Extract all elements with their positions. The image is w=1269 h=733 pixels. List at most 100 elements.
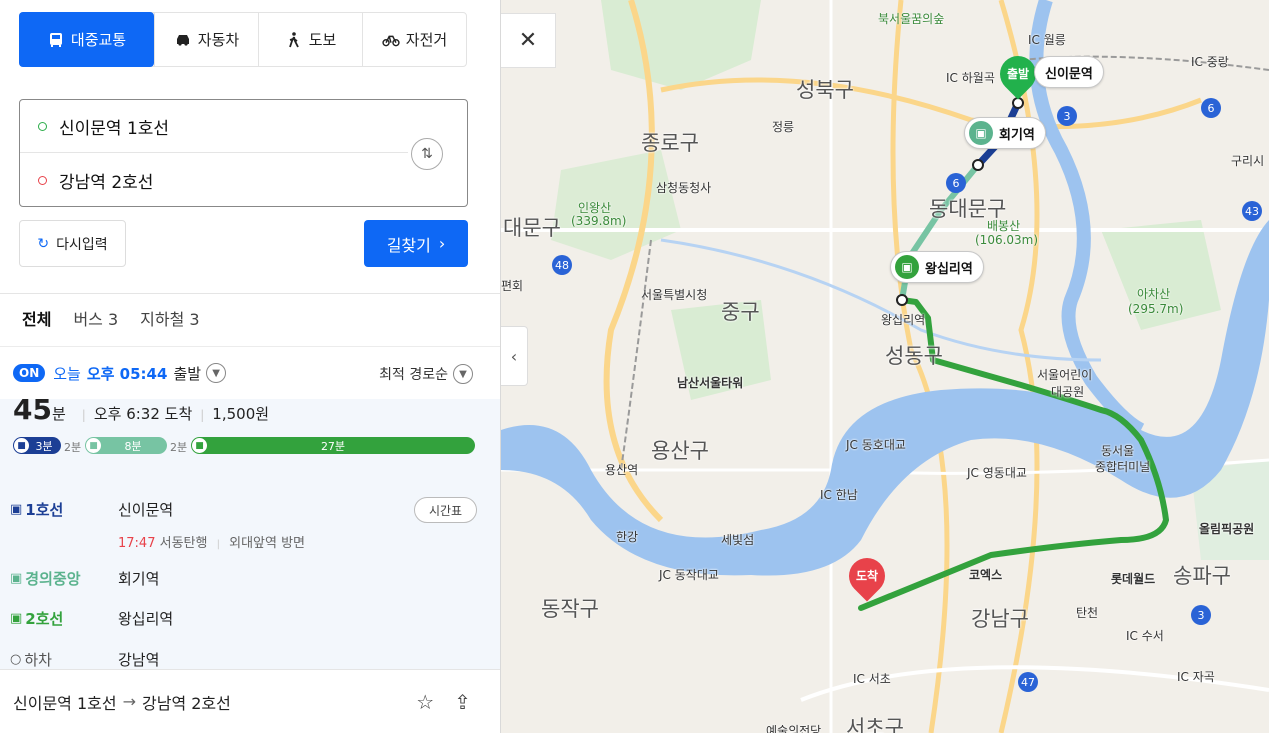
divider: [0, 293, 500, 294]
station-name: 강남역: [118, 651, 160, 669]
walk-time: 2분: [170, 441, 188, 454]
district-label: 동작구: [541, 597, 599, 621]
swap-button[interactable]: ⇅: [411, 138, 443, 170]
place-label: 아차산: [1137, 287, 1171, 301]
step-line1: ▣ 1호선 신이문역: [10, 499, 173, 520]
step-gyeongui: ▣ 경의중앙 회기역: [10, 568, 159, 589]
bus-icon: [49, 32, 62, 47]
arrow-icon: →: [122, 692, 136, 711]
route-result-card[interactable]: 45 분 | 오후 6:32 도착 | 1,500원 ■ 3분 2분 ■ 8분 …: [0, 393, 500, 669]
place-label: 올림픽공원: [1199, 522, 1255, 536]
mode-transit-tab[interactable]: 대중교통: [19, 12, 154, 67]
sort-dropdown[interactable]: 최적 경로순 ▼: [379, 364, 473, 384]
route-input-box: 신이문역 1호선 강남역 2호선 ⇅: [19, 99, 468, 207]
district-label: 종로구: [641, 131, 699, 155]
timetable-button[interactable]: 시간표: [414, 497, 477, 523]
departure-suffix: 출발: [173, 364, 202, 383]
tab-bus[interactable]: 버스 3: [73, 306, 118, 330]
segment-time: 8분: [124, 439, 142, 453]
place-label: 롯데월드: [1111, 572, 1156, 586]
destination-dot-icon: [38, 176, 47, 185]
place-label: 배봉산: [987, 219, 1021, 233]
end-pin[interactable]: 도착: [841, 550, 893, 602]
district-label: 대문구: [503, 216, 561, 240]
district-label: 성북구: [796, 78, 854, 102]
train-info: 17:47 서동탄행 | 외대앞역 방면: [118, 536, 306, 551]
find-route-button[interactable]: 길찾기 ›: [364, 220, 468, 267]
on-toggle[interactable]: ON: [13, 364, 46, 382]
chevron-down-icon[interactable]: ▼: [206, 363, 227, 383]
district-label: 서초구: [846, 716, 904, 733]
swap-arrows-icon: ⇅: [421, 146, 433, 162]
district-label: 송파구: [1173, 564, 1231, 588]
place-label: 코엑스: [969, 568, 1003, 582]
star-icon[interactable]: ☆: [416, 690, 434, 714]
station-name: 왕십리역: [118, 610, 174, 628]
walk-time: 2분: [64, 441, 82, 454]
footer-actions: ☆ ⇪: [416, 690, 471, 714]
ic-label: IC 한남: [820, 488, 858, 502]
place-label: 한강: [616, 530, 639, 544]
mode-bicycle-tab[interactable]: 자전거: [362, 13, 466, 66]
departure-time[interactable]: 오후 05:44: [87, 363, 168, 384]
district-label: 강남구: [971, 607, 1029, 631]
origin-field[interactable]: 신이문역 1호선: [20, 100, 408, 153]
district-label: 용산구: [651, 439, 709, 463]
fare: 1,500원: [212, 405, 270, 423]
duration-value: 45: [13, 393, 52, 426]
chevron-down-icon: ▼: [453, 364, 473, 384]
bicycle-icon: [382, 35, 400, 46]
train-icon: ▣: [895, 255, 919, 279]
mode-car-tab[interactable]: 자동차: [154, 13, 258, 66]
mode-label: 자동차: [197, 31, 240, 49]
tab-subway[interactable]: 지하철 3: [140, 306, 199, 330]
ic-label: IC 자곡: [1177, 670, 1215, 684]
place-label: 서울특별시청: [641, 288, 708, 302]
step-line2: ▣ 2호선 왕십리역: [10, 608, 173, 629]
svg-text:43: 43: [1245, 205, 1259, 218]
jc-label: JC 동작대교: [659, 568, 719, 582]
car-icon: [176, 34, 189, 46]
departure-day: 오늘: [53, 364, 81, 383]
train-direction: 서동탄행: [159, 536, 208, 551]
train-icon: ▣: [10, 502, 23, 517]
segment-time: 27분: [320, 439, 346, 453]
footer-destination: 강남역 2호선: [142, 693, 231, 713]
place-label: 서울어린이: [1037, 368, 1093, 382]
place-label: 구리시: [1231, 154, 1265, 168]
mode-walk-tab[interactable]: 도보: [258, 13, 362, 66]
jc-label: JC 영동대교: [967, 466, 1027, 480]
result-tabs: 전체 버스 3 지하철 3: [22, 306, 200, 330]
circle-icon: ○: [10, 652, 22, 667]
mode-label: 자전거: [405, 31, 448, 49]
place-label: 예술의전당: [766, 724, 822, 733]
refresh-icon: ↻: [37, 235, 50, 252]
route-footer: 신이문역 1호선 → 강남역 2호선 ☆ ⇪: [0, 669, 500, 733]
line-label: ▣ 2호선: [10, 610, 64, 628]
close-button[interactable]: ✕: [501, 13, 556, 68]
svg-text:3: 3: [1198, 609, 1205, 622]
station-label-start[interactable]: 신이문역: [1034, 56, 1104, 88]
reset-button[interactable]: ↻ 다시입력: [19, 220, 126, 267]
ic-label: IC 하월곡: [946, 71, 995, 85]
place-label: 왕십리역: [881, 313, 926, 327]
place-label: 탄천: [1076, 606, 1099, 620]
jc-label: JC 동호대교: [846, 438, 906, 452]
station-label-wangsimni[interactable]: ▣ 왕십리역: [890, 251, 984, 283]
district-label: 중구: [721, 300, 760, 324]
separator: |: [81, 408, 86, 422]
place-label: 용산역: [605, 463, 639, 477]
destination-field[interactable]: 강남역 2호선: [20, 154, 408, 207]
segment-line1: ■ 3분: [13, 437, 61, 454]
map-view[interactable]: 3 6 6 43 48 47 3 성북구 종로구 동대문구 대문구 중구 성동구…: [501, 0, 1269, 733]
share-icon[interactable]: ⇪: [454, 690, 471, 714]
segment-line2: ■ 27분: [191, 437, 475, 454]
tab-all[interactable]: 전체: [22, 306, 51, 330]
place-label: (106.03m): [975, 233, 1039, 247]
line-label: ○ 하차: [10, 651, 52, 669]
destination-text: 강남역 2호선: [59, 173, 154, 193]
collapse-panel-button[interactable]: ‹: [501, 326, 528, 386]
ic-label: IC 중랑: [1191, 55, 1229, 69]
place-label: 북서울꿈의숲: [878, 12, 945, 26]
station-label-hoegi[interactable]: ▣ 회기역: [964, 117, 1046, 149]
